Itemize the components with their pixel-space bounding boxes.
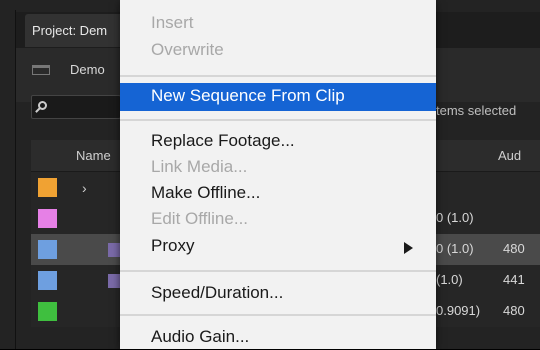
menu-separator [120,314,436,316]
column-header-name[interactable]: Name [76,148,111,163]
menu-item-label: Proxy [151,236,195,255]
menu-item-audio-gain[interactable]: Audio Gain... [120,324,436,350]
label-color-swatch[interactable] [38,178,57,197]
tab-project-label: Project: Dem [32,23,108,38]
label-color-swatch[interactable] [38,240,57,259]
menu-item-label: Edit Offline... [151,209,249,228]
audio-rate-cell: 480 [503,303,525,318]
audio-rate-cell: 441 [503,272,525,287]
menu-item-insert: Insert [120,10,436,36]
label-color-swatch[interactable] [38,209,57,228]
frame-rate-cell: (1.0) [436,272,463,287]
label-color-swatch[interactable] [38,271,57,290]
menu-separator [120,119,436,121]
menu-item-label: Speed/Duration... [151,283,284,302]
menu-item-label: Overwrite [151,40,224,59]
menu-item-edit-offline: Edit Offline... [120,206,436,232]
sequence-icon [108,274,120,288]
menu-item-label: Insert [151,13,194,32]
menu-item-label: Audio Gain... [151,327,250,346]
bin-label: Demo [70,62,105,77]
menu-item-overwrite: Overwrite [120,37,436,63]
submenu-arrow-icon [404,242,413,254]
menu-item-replace-footage[interactable]: Replace Footage... [120,128,436,154]
menu-item-label: Make Offline... [151,183,261,202]
menu-item-make-offline[interactable]: Make Offline... [120,180,436,206]
frame-rate-cell: 0 (1.0) [436,210,474,225]
bin-icon [32,65,50,75]
menu-item-proxy[interactable]: Proxy [120,233,436,259]
audio-rate-cell: 480 [503,241,525,256]
chevron-right-icon[interactable]: › [82,180,87,196]
label-color-swatch[interactable] [38,302,57,321]
menu-separator [120,270,436,272]
context-menu: Insert Overwrite New Sequence From Clip … [120,0,436,349]
menu-separator [120,75,436,77]
column-header-aud[interactable]: Aud [498,148,521,163]
menu-item-speed-duration[interactable]: Speed/Duration... [120,280,436,306]
menu-item-link-media: Link Media... [120,154,436,180]
menu-item-new-sequence-from-clip[interactable]: New Sequence From Clip [120,83,436,111]
frame-rate-cell: 0 (1.0) [436,241,474,256]
sequence-icon [108,243,120,257]
frame-rate-cell: 0.9091) [436,303,481,318]
items-selected-text: tems selected [436,103,517,118]
menu-item-label: Link Media... [151,157,248,176]
menu-item-label: New Sequence From Clip [151,86,345,105]
menu-item-label: Replace Footage... [151,131,295,150]
